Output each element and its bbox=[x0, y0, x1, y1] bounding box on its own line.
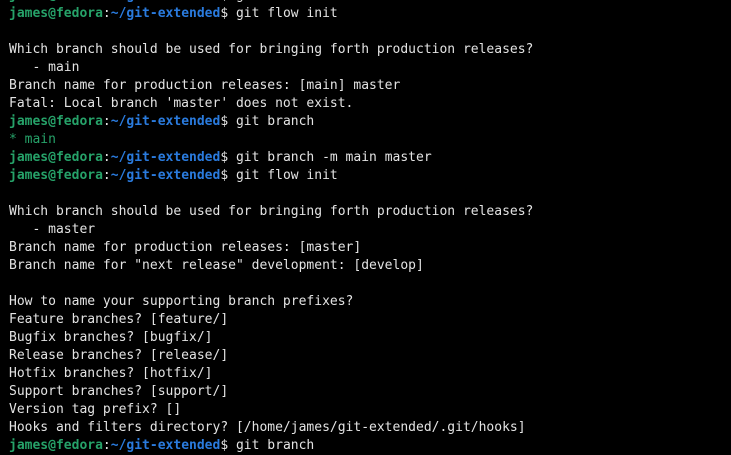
prompt-user-host: james@fedora bbox=[9, 168, 103, 183]
output-line: Release branches? [release/] bbox=[9, 348, 229, 363]
command-text: git flow init ... ... ... bbox=[228, 0, 479, 3]
prompt-separator: : bbox=[102, 150, 111, 165]
output-line: Fatal: Local branch 'master' does not ex… bbox=[9, 96, 354, 111]
prompt-symbol: $ bbox=[220, 168, 229, 183]
prompt-path: ~/git-extended bbox=[110, 438, 221, 453]
output-line: How to name your supporting branch prefi… bbox=[9, 294, 354, 309]
command-text: git flow init bbox=[228, 6, 338, 21]
prompt-line: james@fedora:~/git-extended$ git flow in… bbox=[9, 167, 731, 185]
prompt-line: james@fedora:~/git-extended$ git branch … bbox=[9, 149, 731, 167]
output-line: Branch name for production releases: [ma… bbox=[9, 240, 362, 255]
prompt-separator: : bbox=[102, 168, 111, 183]
prompt-user-host: james@fedora bbox=[9, 438, 103, 453]
prompt-separator: : bbox=[102, 114, 111, 129]
terminal-output[interactable]: james@fedora:~/git-extended$ git flow in… bbox=[9, 0, 731, 455]
prompt-path: ~/git-extended bbox=[110, 150, 221, 165]
prompt-user-host: james@fedora bbox=[9, 6, 103, 21]
prompt-user-host: james@fedora bbox=[9, 114, 103, 129]
prompt-symbol: $ bbox=[220, 438, 229, 453]
prompt-path: ~/git-extended bbox=[110, 168, 221, 183]
output-line: - main bbox=[9, 60, 80, 75]
command-text: git branch -m main master bbox=[228, 150, 432, 165]
output-line: Support branches? [support/] bbox=[9, 384, 229, 399]
output-line: Feature branches? [feature/] bbox=[9, 312, 229, 327]
output-line: - master bbox=[9, 222, 96, 237]
prompt-separator: : bbox=[102, 438, 111, 453]
prompt-path: ~/git-extended bbox=[110, 6, 221, 21]
prompt-symbol: $ bbox=[220, 150, 229, 165]
prompt-symbol: $ bbox=[220, 114, 229, 129]
output-line: Version tag prefix? [] bbox=[9, 402, 182, 417]
prompt-line: james@fedora:~/git-extended$ git branch bbox=[9, 437, 731, 455]
command-text: git branch bbox=[228, 438, 315, 453]
prompt-line: james@fedora:~/git-extended$ git branch bbox=[9, 113, 731, 131]
output-line: Branch name for production releases: [ma… bbox=[9, 78, 401, 93]
prompt-symbol: $ bbox=[220, 6, 229, 21]
prompt-user-host: james@fedora bbox=[9, 0, 103, 3]
prompt-separator: : bbox=[103, 0, 111, 3]
command-text: git flow init bbox=[228, 168, 338, 183]
current-branch-line: * main bbox=[9, 132, 56, 147]
output-line: Hotfix branches? [hotfix/] bbox=[9, 366, 213, 381]
output-line: Which branch should be used for bringing… bbox=[9, 204, 534, 219]
prompt-line: james@fedora:~/git-extended$ git flow in… bbox=[9, 5, 731, 23]
prompt-user-host: james@fedora bbox=[9, 150, 103, 165]
output-line: Branch name for "next release" developme… bbox=[9, 258, 424, 273]
output-line: Bugfix branches? [bugfix/] bbox=[9, 330, 213, 345]
prompt-separator: : bbox=[102, 6, 111, 21]
prompt-symbol: $ bbox=[220, 0, 228, 3]
output-line: Which branch should be used for bringing… bbox=[9, 42, 534, 57]
output-line: Hooks and filters directory? [/home/jame… bbox=[9, 420, 526, 435]
command-text: git branch bbox=[228, 114, 315, 129]
prompt-path: ~/git-extended bbox=[111, 0, 221, 3]
prompt-path: ~/git-extended bbox=[110, 114, 221, 129]
